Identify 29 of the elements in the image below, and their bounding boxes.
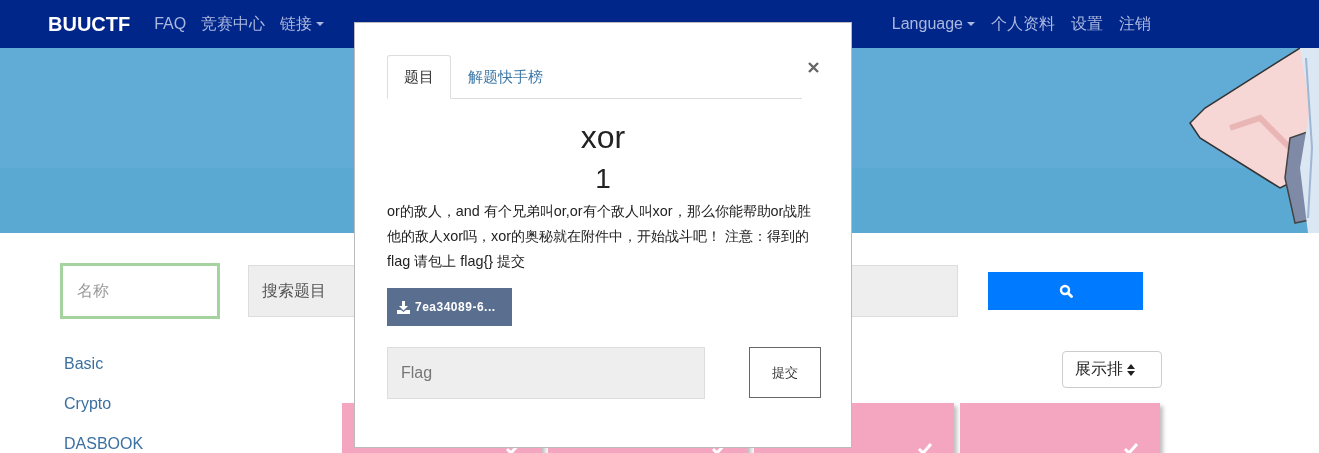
challenge-card[interactable]	[960, 403, 1160, 453]
download-icon	[397, 300, 410, 314]
close-button[interactable]	[808, 62, 819, 73]
sort-select[interactable]: 展示排	[1062, 351, 1162, 388]
nav-link[interactable]: 个人资料	[991, 13, 1055, 35]
nav-link[interactable]: Language	[891, 13, 975, 35]
flag-field[interactable]: Flag	[387, 347, 705, 399]
nav-link[interactable]: 竞赛中心	[201, 13, 266, 35]
name-field[interactable]: 名称	[60, 263, 220, 319]
submit-button[interactable]: 提交	[749, 347, 821, 398]
category-link[interactable]: Basic	[64, 354, 342, 374]
attachment-button[interactable]: 7ea34089-6...	[387, 288, 512, 326]
tab[interactable]: 题目	[387, 55, 451, 99]
sort-icon	[1127, 363, 1135, 376]
challenge-points: 1	[594, 162, 612, 196]
challenge-description: or的敌人，and 有个兄弟叫or,or有个敌人叫xor，那么你能帮助or战胜他的敌人xor吗，xor的奥秘就在附件中，开始战斗吧！ 注意：得到的 flag 请包上 flag{} 提交	[387, 202, 813, 271]
nav-link[interactable]: 链接	[280, 13, 325, 35]
close-icon	[808, 62, 819, 73]
sort-label: 展示排	[1075, 359, 1123, 379]
nav-link[interactable]: 设置	[1071, 13, 1103, 35]
search-button[interactable]	[988, 272, 1143, 310]
category-link[interactable]: Crypto	[64, 394, 342, 414]
tab[interactable]: 解题快手榜	[451, 55, 560, 99]
category-link[interactable]: DASBOOK	[64, 434, 342, 453]
nav-link[interactable]: 注销	[1119, 13, 1151, 35]
brand-logo[interactable]: BUUCTF	[48, 12, 131, 36]
nav-link[interactable]: FAQ	[154, 13, 187, 35]
challenge-title: xor	[579, 118, 627, 157]
search-icon	[1058, 284, 1073, 298]
